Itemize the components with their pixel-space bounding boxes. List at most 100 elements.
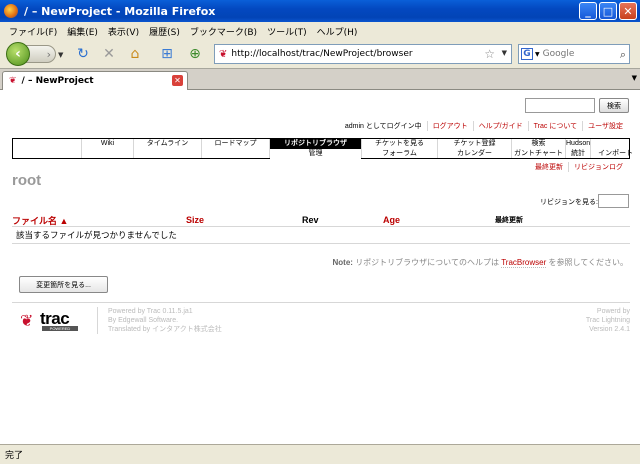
trac-search-input[interactable]: [525, 98, 595, 113]
menu-file[interactable]: ファイル(F): [4, 25, 62, 38]
history-dropdown-icon[interactable]: ▼: [58, 51, 63, 59]
powered-by-trac[interactable]: Powered by Trac 0.11.5.ja1: [108, 307, 222, 316]
menu-edit[interactable]: 編集(E): [62, 25, 103, 38]
trac-lightning-label: Trac Lightning: [585, 317, 630, 324]
menu-view[interactable]: 表示(V): [103, 25, 144, 38]
nav-new-ticket[interactable]: チケット登録 カレンダー: [437, 139, 511, 158]
tab-strip: ❦ / – NewProject ✕ ▼: [0, 68, 640, 90]
tab-newproject[interactable]: ❦ / – NewProject ✕: [2, 71, 188, 90]
trac-paw-icon: ❦: [20, 313, 34, 330]
engine-dropdown-icon[interactable]: ▼: [535, 51, 540, 58]
back-button[interactable]: ‹: [6, 42, 30, 66]
reload-icon[interactable]: ↻: [74, 45, 92, 63]
menu-tools[interactable]: ツール(T): [262, 25, 312, 38]
window-title: / – NewProject - Mozilla Firefox: [24, 4, 216, 18]
dir-listing-table: ファイル名 ▲ Size Rev Age 最終更新 該当するファイルが見つかりま…: [12, 214, 630, 244]
menu-help[interactable]: ヘルプ(H): [312, 25, 363, 38]
firefox-icon: [4, 4, 18, 18]
page-content: 検索 admin としてログイン中 ログアウト ヘルプ/ガイド Trac につい…: [0, 90, 640, 444]
col-age[interactable]: Age: [383, 215, 495, 225]
url-text[interactable]: http://localhost/trac/NewProject/browser: [231, 49, 412, 59]
bookmark-add-icon[interactable]: ⊕: [186, 45, 204, 63]
nav-browser[interactable]: リポジトリブラウザ 管理: [269, 139, 361, 159]
nav-stats[interactable]: 統計: [566, 149, 590, 159]
search-magnifier-icon[interactable]: ⌕: [620, 48, 626, 62]
version-label: Version 2.4.1: [589, 326, 630, 333]
nav-empty: [13, 139, 81, 158]
by-edgewall[interactable]: By Edgewall Software.: [108, 316, 222, 325]
new-tab-icon[interactable]: ⊞: [158, 45, 176, 63]
revision-input[interactable]: [598, 194, 629, 208]
site-favicon-icon: ❦: [219, 48, 228, 60]
help-note: Note: リポジトリブラウザについてのヘルプは TracBrowser を参照…: [332, 257, 628, 268]
powered-by-label: Powerd by: [596, 308, 630, 315]
page-title: root: [12, 172, 42, 189]
about-trac-link[interactable]: Trac について: [527, 121, 582, 131]
help-guide-link[interactable]: ヘルプ/ガイド: [472, 121, 528, 131]
footer-credits: Powered by Trac 0.11.5.ja1 By Edgewall S…: [97, 307, 222, 334]
note-label: Note:: [332, 258, 353, 267]
col-size[interactable]: Size: [186, 215, 302, 225]
footer: ❦ trac POWERED Powered by Trac 0.11.5.ja…: [12, 302, 630, 338]
menu-bookmarks[interactable]: ブックマーク(B): [185, 25, 262, 38]
nav-search[interactable]: 検索 ガントチャート: [511, 139, 565, 158]
tab-close-icon[interactable]: ✕: [172, 75, 183, 86]
home-icon[interactable]: ⌂: [126, 45, 144, 63]
nav-gantt[interactable]: ガントチャート: [512, 149, 565, 159]
back-forward-group: › ‹ ▼: [6, 42, 64, 66]
forward-button[interactable]: ›: [26, 45, 56, 63]
col-rev: Rev: [302, 215, 319, 225]
main-nav: Wiki タイムライン ロードマップ リポジトリブラウザ 管理 チケットを見る …: [12, 138, 633, 159]
note-text-after: を参照してください。: [548, 258, 628, 267]
window-titlebar: / – NewProject - Mozilla Firefox _ □ ✕: [0, 0, 640, 22]
col-last-change: 最終更新: [495, 217, 523, 224]
nav-admin[interactable]: 管理: [270, 149, 361, 159]
revision-log-link[interactable]: リビジョンログ: [568, 162, 628, 172]
translated-by[interactable]: Translated by インタアクト株式会社: [108, 325, 222, 334]
tab-list-icon[interactable]: ▼: [632, 74, 637, 82]
trac-favicon-icon: ❦: [9, 76, 17, 86]
status-text: 完了: [5, 451, 24, 461]
trac-search-button[interactable]: 検索: [599, 98, 629, 113]
menu-history[interactable]: 履歴(S): [144, 25, 185, 38]
context-nav: 最終更新 リビジョンログ: [530, 162, 628, 172]
close-button[interactable]: ✕: [619, 2, 637, 20]
url-dropdown-icon[interactable]: ▼: [502, 49, 507, 57]
url-bar[interactable]: ❦ http://localhost/trac/NewProject/brows…: [214, 44, 512, 64]
footer-version: Powerd by Trac Lightning Version 2.4.1: [586, 307, 630, 334]
revision-label: リビジョンを見る:: [540, 199, 598, 206]
nav-wiki[interactable]: Wiki: [81, 139, 133, 158]
note-text-before: リポジトリブラウザについてのヘルプは: [355, 258, 499, 267]
nav-view-tickets[interactable]: チケットを見る フォーラム: [361, 139, 437, 158]
table-header: ファイル名 ▲ Size Rev Age 最終更新: [12, 214, 630, 227]
status-bar: 完了: [0, 444, 640, 464]
stop-icon[interactable]: ✕: [100, 45, 118, 63]
maximize-button[interactable]: □: [599, 2, 617, 20]
bookmark-star-icon[interactable]: ☆: [484, 47, 495, 61]
nav-timeline[interactable]: タイムライン: [133, 139, 201, 158]
logout-link[interactable]: ログアウト: [426, 121, 473, 131]
nav-roadmap[interactable]: ロードマップ: [201, 139, 269, 158]
last-change-link[interactable]: 最終更新: [530, 162, 568, 172]
trac-logo[interactable]: ❦ trac POWERED: [20, 309, 80, 333]
col-filename[interactable]: ファイル名 ▲: [12, 214, 186, 227]
web-search-box[interactable]: G ▼ ⌕: [518, 44, 630, 64]
google-engine-icon[interactable]: G: [521, 48, 533, 60]
navigation-toolbar: › ‹ ▼ ↻ ✕ ⌂ ⊞ ⊕ ❦ http://localhost/trac/…: [0, 40, 640, 68]
tab-title: / – NewProject: [21, 76, 94, 86]
view-changes-button[interactable]: 変更箇所を見る...: [19, 276, 108, 293]
window-controls: _ □ ✕: [579, 2, 637, 20]
web-search-input[interactable]: [542, 49, 613, 59]
minimize-button[interactable]: _: [579, 2, 597, 20]
meta-nav: admin としてログイン中 ログアウト ヘルプ/ガイド Trac について ユ…: [340, 121, 628, 131]
logged-in-label: admin としてログイン中: [344, 123, 422, 130]
nav-import[interactable]: インポート: [590, 139, 640, 158]
tracbrowser-link[interactable]: TracBrowser: [501, 258, 547, 268]
nav-forum[interactable]: フォーラム: [362, 149, 437, 159]
trac-powered-badge: POWERED: [42, 326, 78, 331]
nav-calendar[interactable]: カレンダー: [438, 149, 511, 159]
preferences-link[interactable]: ユーザ設定: [582, 121, 628, 131]
empty-row: 該当するファイルが見つかりませんでした: [12, 227, 630, 244]
nav-hudson[interactable]: Hudson 統計: [565, 139, 590, 158]
menu-bar: ファイル(F) 編集(E) 表示(V) 履歴(S) ブックマーク(B) ツール(…: [0, 22, 640, 40]
